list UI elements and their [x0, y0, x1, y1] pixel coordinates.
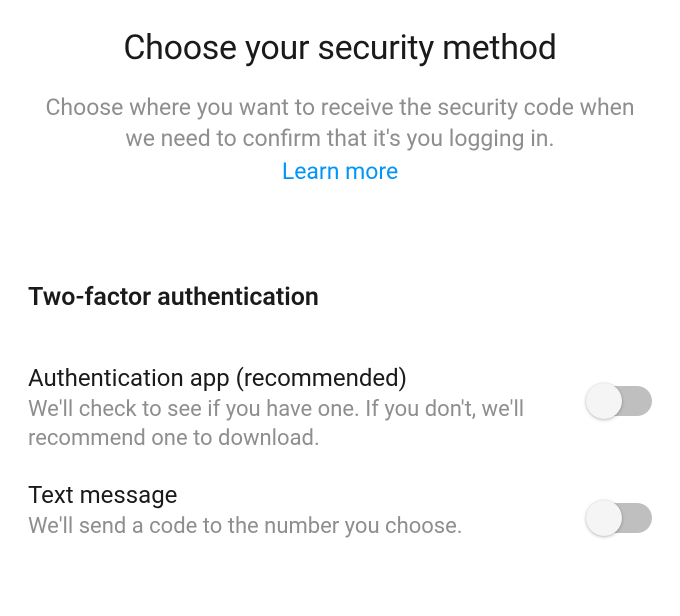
text-message-option: Text message We'll send a code to the nu…	[28, 481, 652, 542]
auth-app-toggle[interactable]	[588, 386, 652, 416]
section-title: Two-factor authentication	[28, 283, 652, 312]
subtitle-text: Choose where you want to receive the sec…	[45, 94, 634, 152]
text-message-desc: We'll send a code to the number you choo…	[28, 513, 568, 542]
auth-app-option: Authentication app (recommended) We'll c…	[28, 364, 652, 453]
header: Choose your security method Choose where…	[0, 0, 680, 187]
toggle-knob-icon	[586, 500, 622, 536]
text-message-toggle[interactable]	[588, 503, 652, 533]
toggle-knob-icon	[586, 383, 622, 419]
text-message-text: Text message We'll send a code to the nu…	[28, 481, 588, 542]
two-factor-section: Two-factor authentication Authentication…	[0, 283, 680, 542]
text-message-title: Text message	[28, 481, 568, 509]
learn-more-link[interactable]: Learn more	[282, 156, 398, 187]
auth-app-title: Authentication app (recommended)	[28, 364, 568, 392]
auth-app-text: Authentication app (recommended) We'll c…	[28, 364, 588, 453]
security-settings-screen: Choose your security method Choose where…	[0, 0, 680, 542]
auth-app-desc: We'll check to see if you have one. If y…	[28, 396, 568, 453]
page-subtitle: Choose where you want to receive the sec…	[24, 92, 656, 187]
page-title: Choose your security method	[24, 28, 656, 68]
